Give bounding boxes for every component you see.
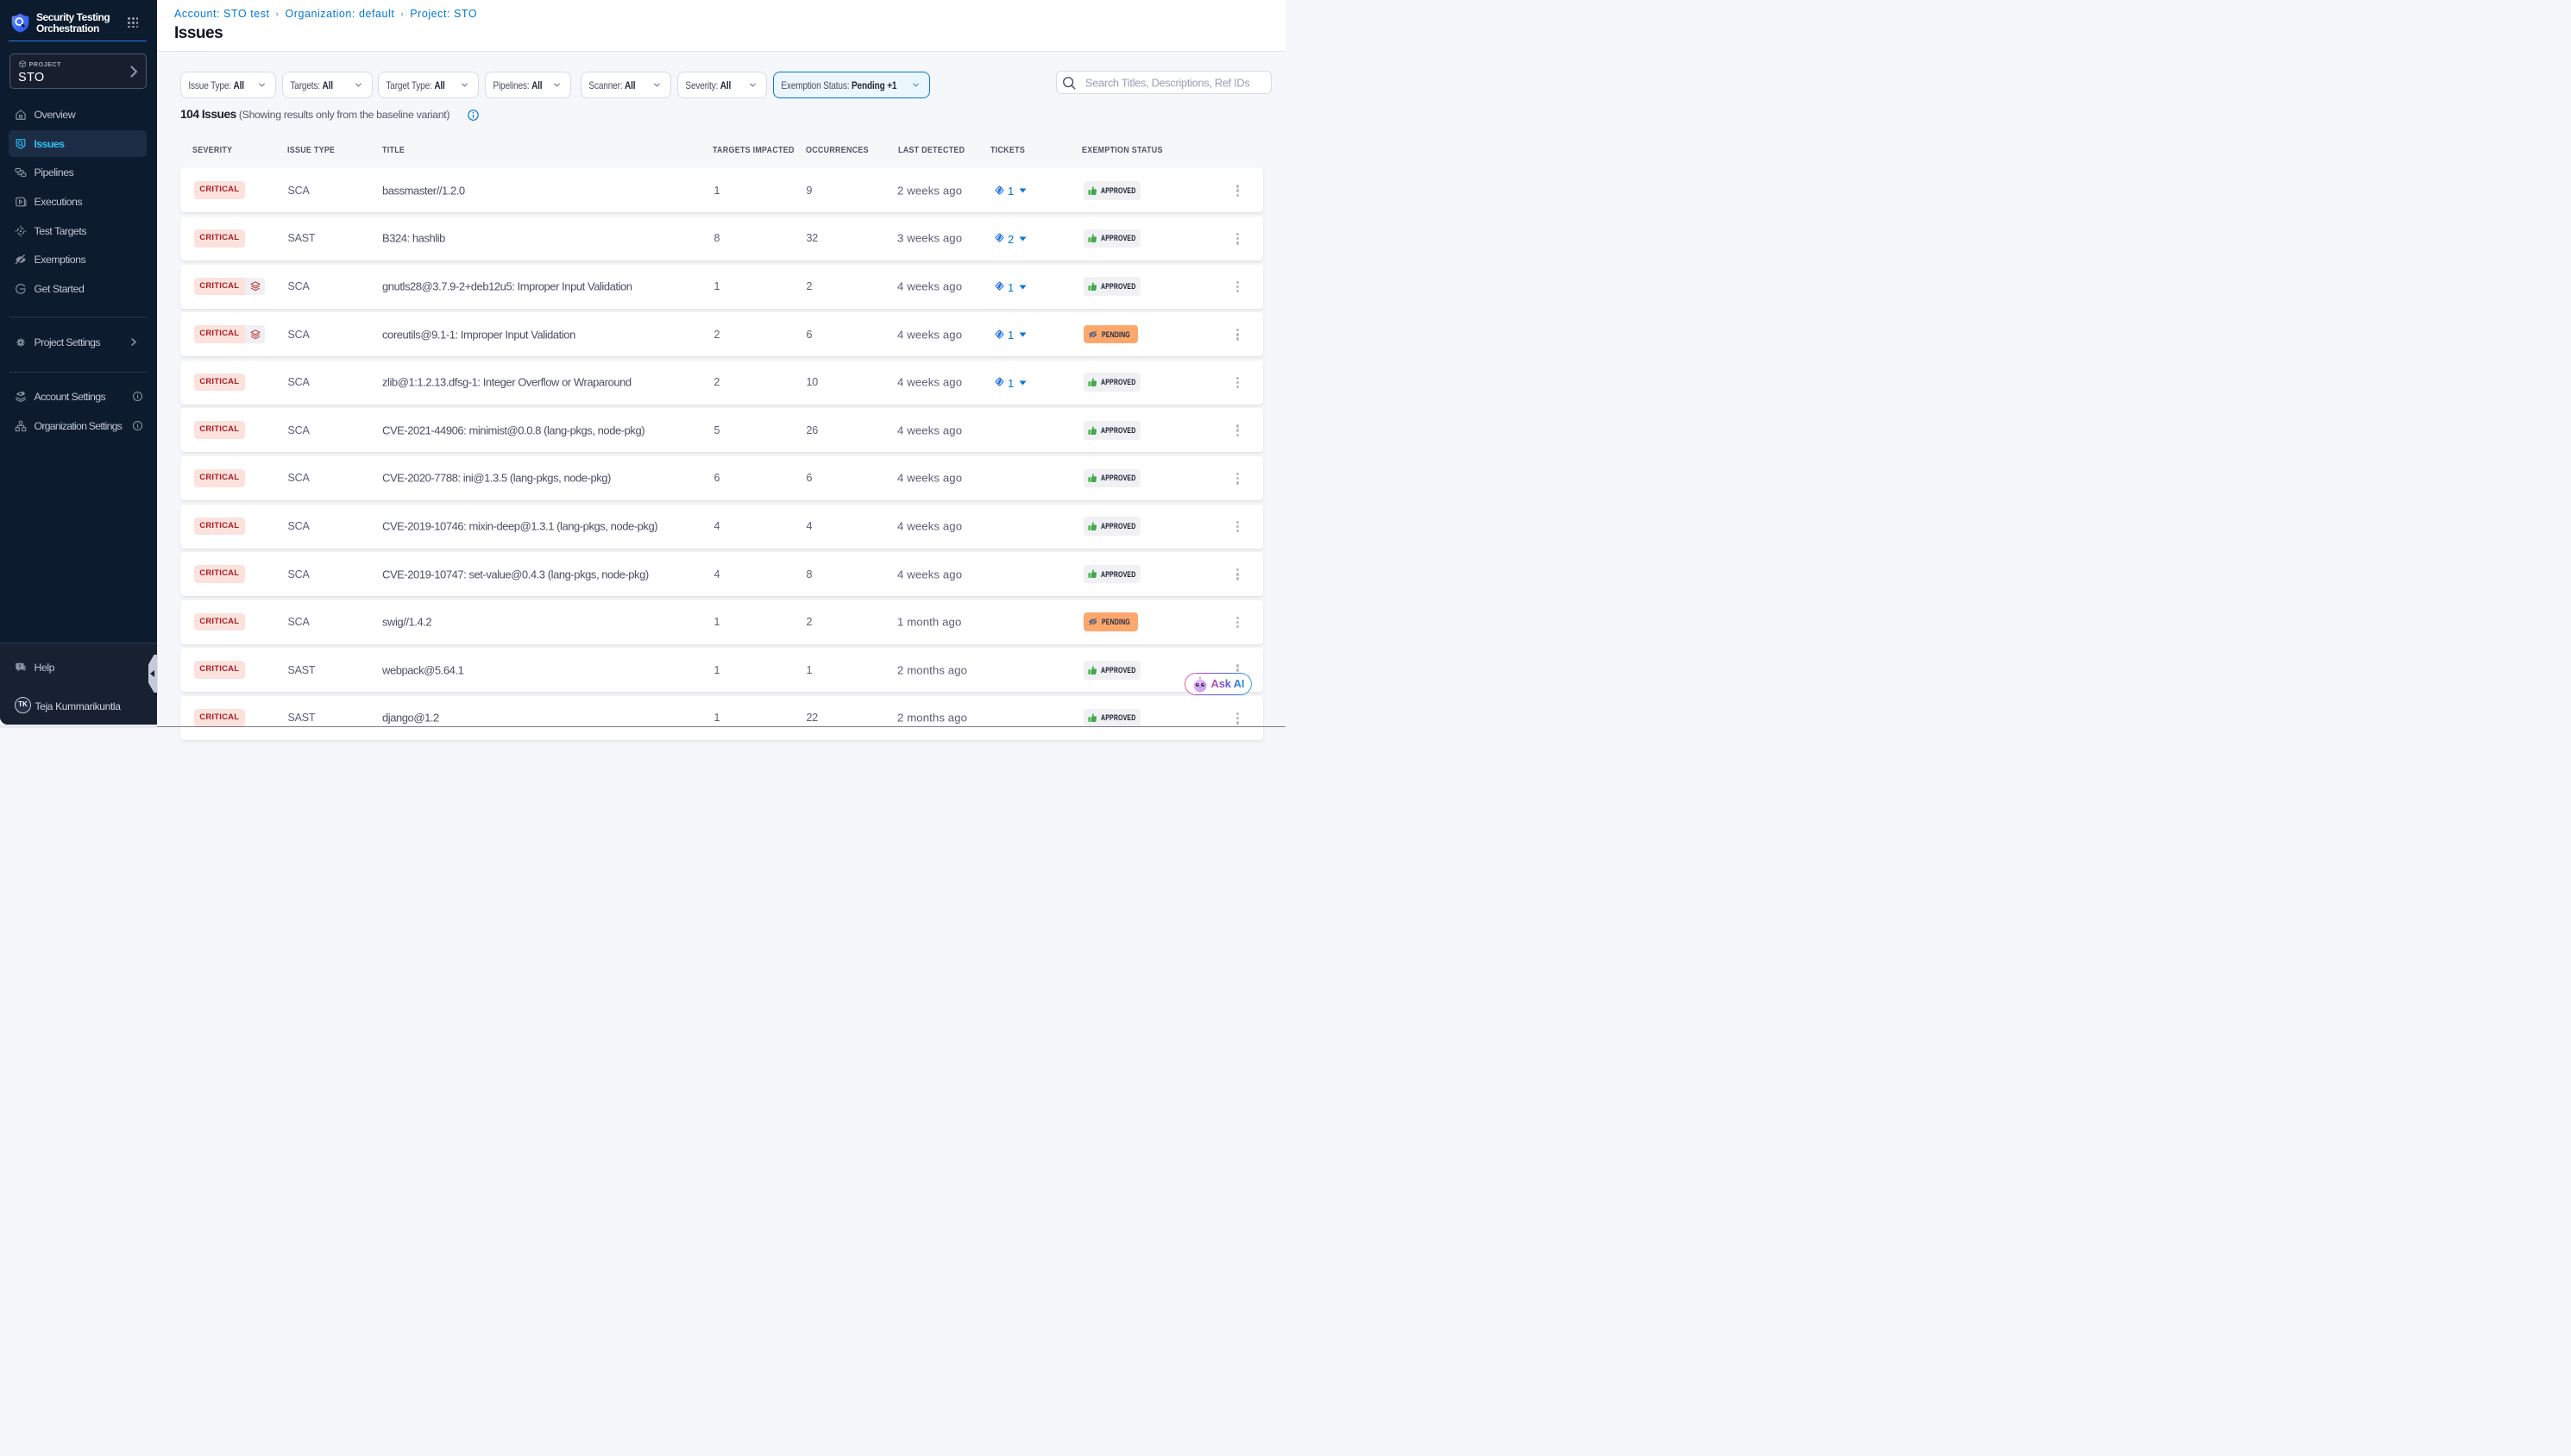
svg-text:?: ? [18, 664, 22, 669]
